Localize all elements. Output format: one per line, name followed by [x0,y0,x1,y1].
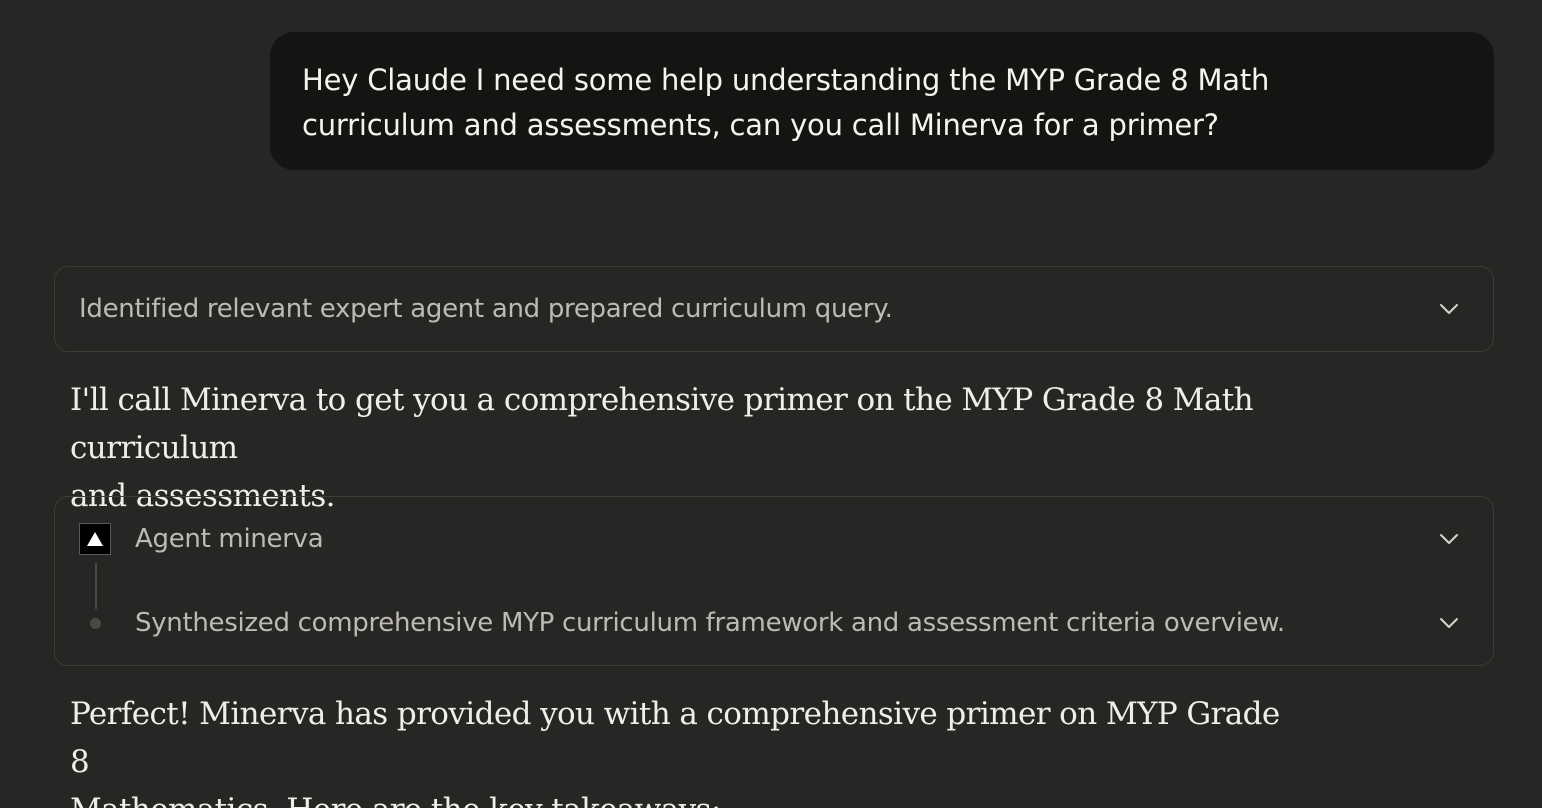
chevron-down-icon[interactable] [1429,603,1469,643]
assistant-intro-line-1: I'll call Minerva to get you a comprehen… [70,382,1254,466]
agent-call-card: Agent minerva Synthesized comprehensive … [54,496,1494,666]
thinking-summary-card[interactable]: Identified relevant expert agent and pre… [54,266,1494,352]
user-message-bubble: Hey Claude I need some help understandin… [270,32,1494,170]
chevron-down-icon[interactable] [1429,519,1469,559]
agent-name-label: Agent minerva [135,524,324,554]
assistant-followup-line-2: Mathematics. Here are the key takeaways: [70,792,721,808]
assistant-followup-text: Perfect! Minerva has provided you with a… [70,690,1300,808]
thinking-summary-text: Identified relevant expert agent and pre… [79,294,893,324]
agent-step-row[interactable]: Synthesized comprehensive MYP curriculum… [55,593,1493,653]
assistant-followup-line-1: Perfect! Minerva has provided you with a… [70,696,1280,780]
triangle-logo-icon [79,523,111,555]
user-message-line-2: curriculum and assessments, can you call… [302,108,1219,142]
step-dot-icon [79,607,111,639]
user-message-text: Hey Claude I need some help understandin… [302,58,1462,148]
agent-header-row[interactable]: Agent minerva [55,509,1493,569]
user-message-line-1: Hey Claude I need some help understandin… [302,63,1270,97]
chevron-down-icon[interactable] [1429,289,1469,329]
agent-step-label: Synthesized comprehensive MYP curriculum… [135,608,1285,638]
